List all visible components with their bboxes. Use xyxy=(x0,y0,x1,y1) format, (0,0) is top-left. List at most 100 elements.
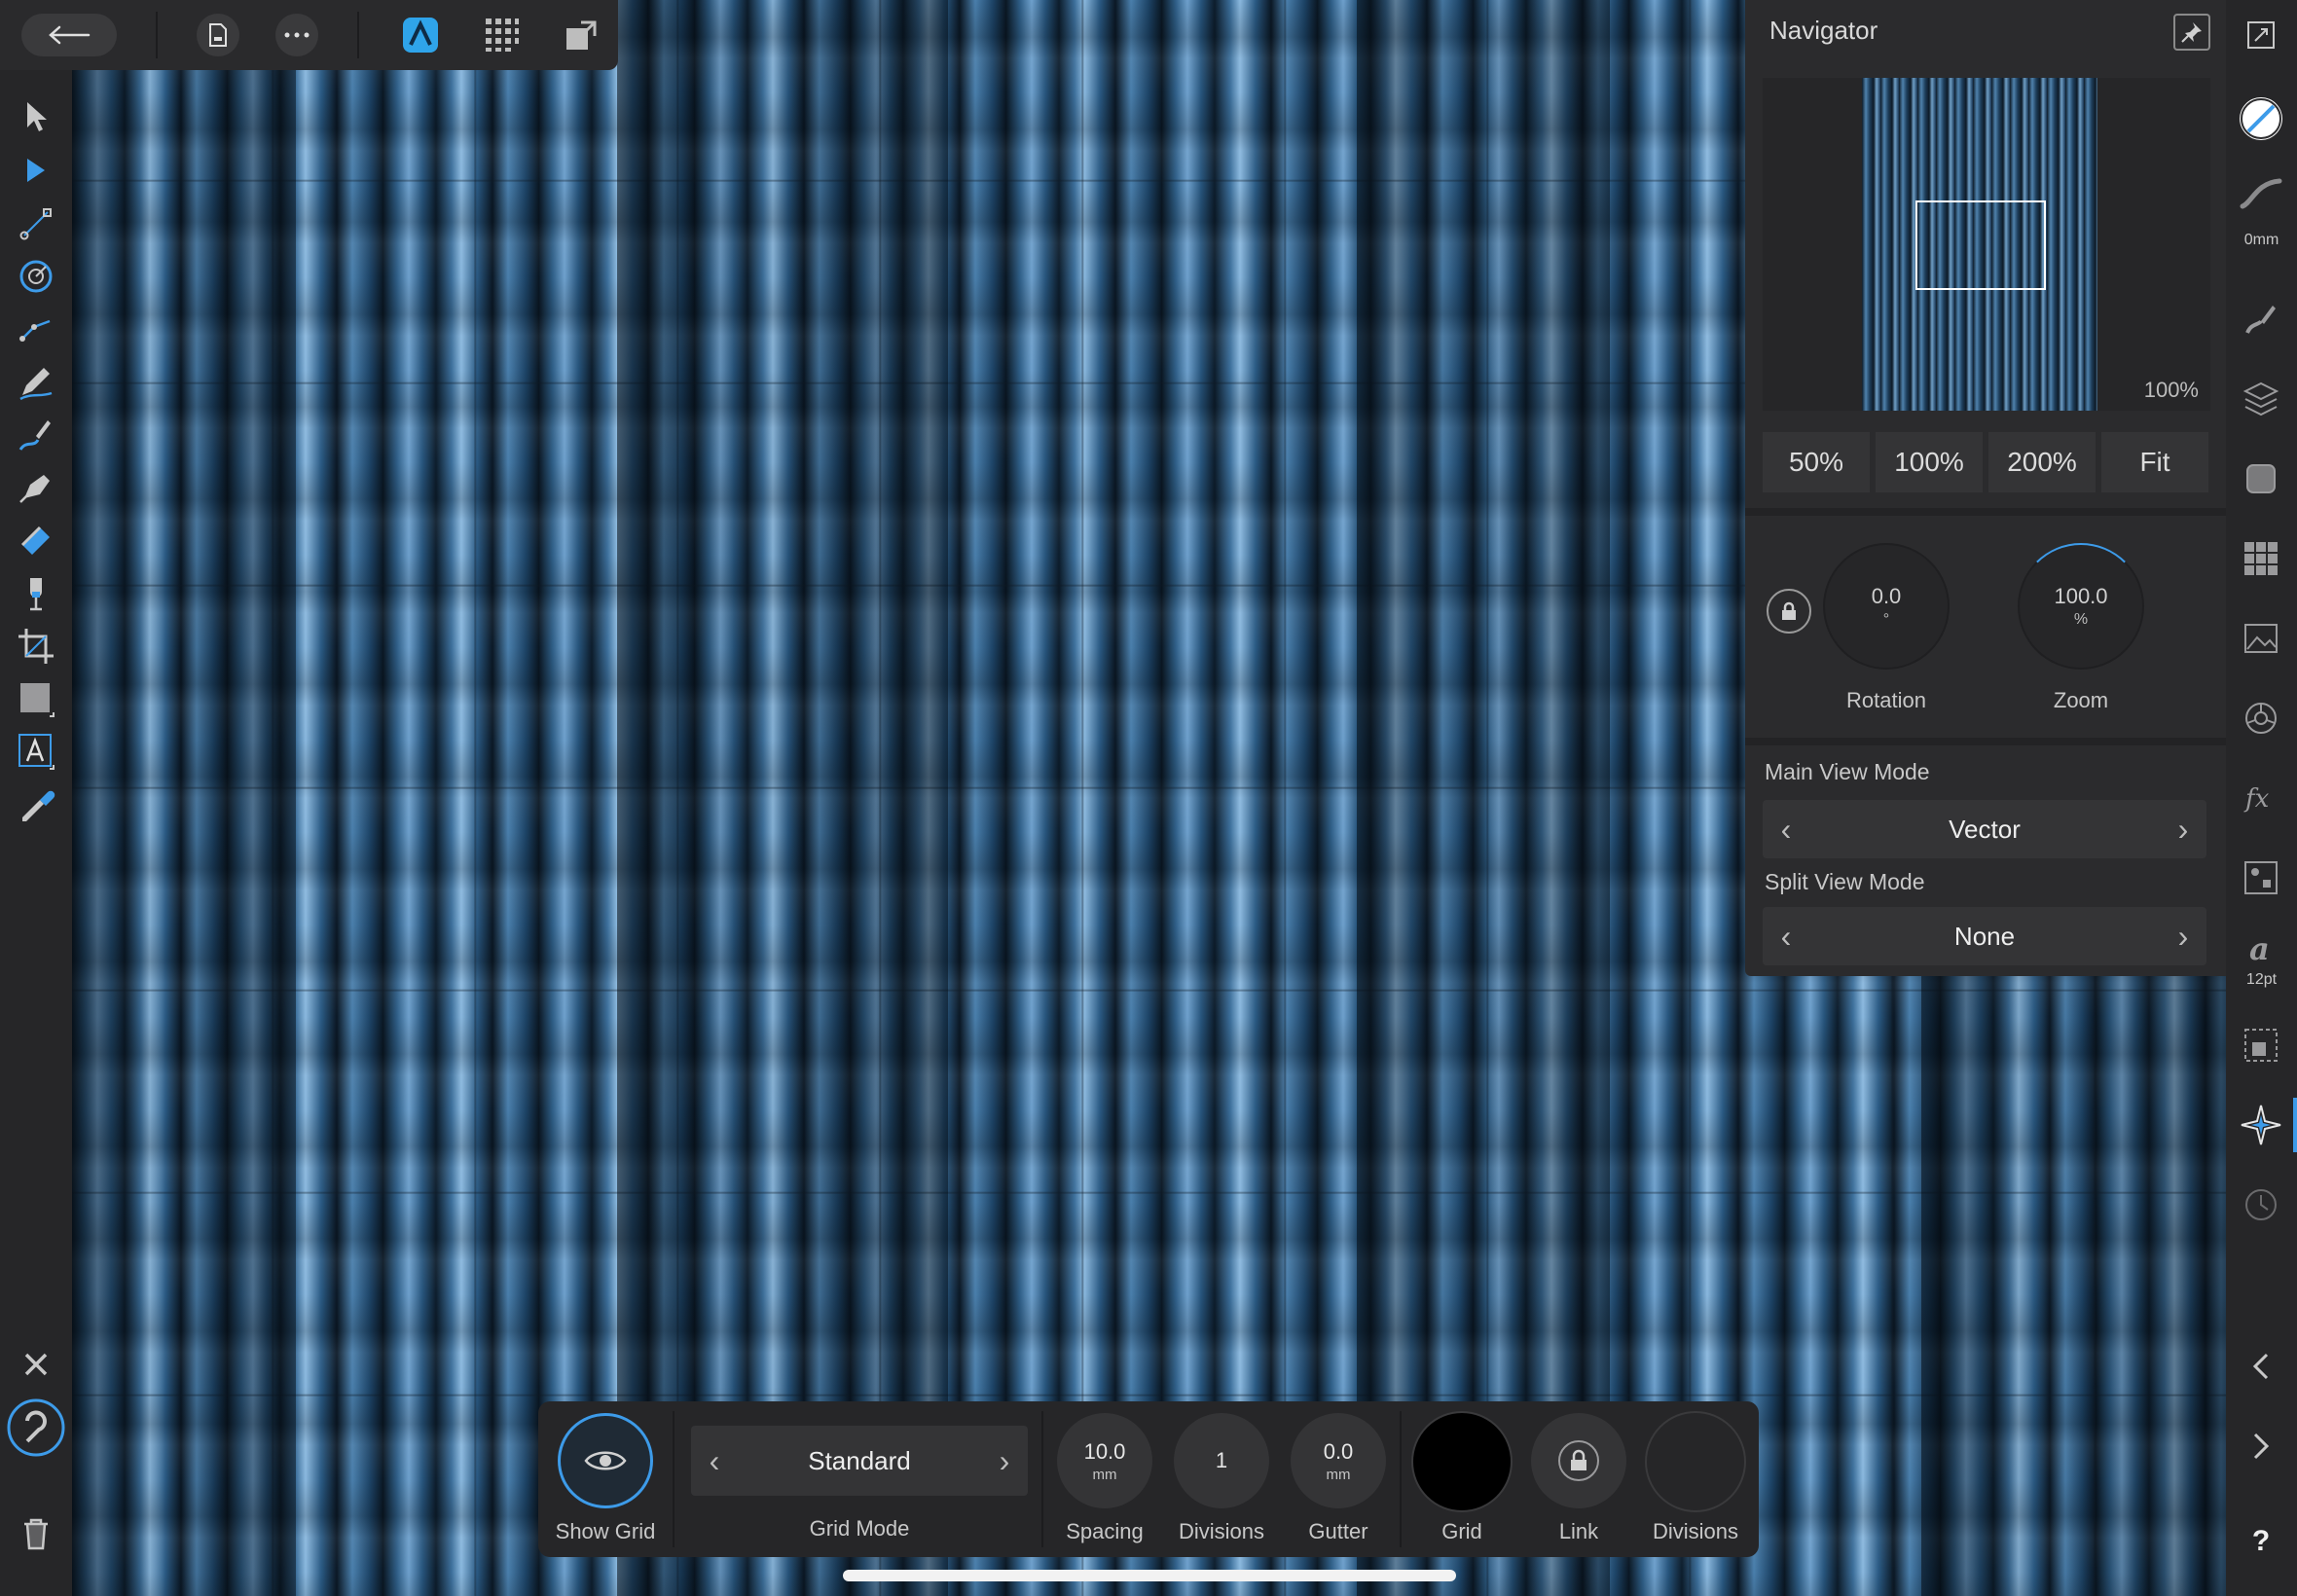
stock-studio-button[interactable] xyxy=(2236,613,2286,664)
zoom-fit-button[interactable]: Fit xyxy=(2101,432,2208,492)
color-wheel-studio-button[interactable] xyxy=(2236,693,2286,744)
back-button[interactable] xyxy=(21,14,117,56)
pointer-arrow-icon xyxy=(27,102,47,131)
zoom-dial[interactable]: 100.0 % xyxy=(2018,543,2144,670)
text-styles-studio-button[interactable]: a xyxy=(2236,925,2286,975)
vector-brush-tool[interactable] xyxy=(13,411,59,457)
home-indicator[interactable] xyxy=(843,1570,1456,1581)
grid-mode-stepper[interactable]: ‹ Standard › xyxy=(691,1426,1028,1496)
section-divider xyxy=(1745,508,2226,516)
stroke-width-label: 0mm xyxy=(2243,232,2279,248)
close-button[interactable] xyxy=(13,1341,59,1388)
shape-tool[interactable] xyxy=(13,675,59,722)
svg-text:a: a xyxy=(2249,932,2270,967)
assistant-button[interactable] xyxy=(6,1397,66,1458)
transparency-tool[interactable] xyxy=(13,570,59,617)
appearance-studio-button[interactable] xyxy=(2236,453,2286,504)
node-tool[interactable] xyxy=(13,148,59,195)
rotation-dial[interactable]: 0.0 ° xyxy=(1823,543,1950,670)
export-persona-button[interactable] xyxy=(561,14,603,56)
chevron-right-icon[interactable]: › xyxy=(2171,919,2195,955)
link-colors-toggle[interactable] xyxy=(1531,1413,1626,1508)
pixel-grid-icon xyxy=(486,18,519,52)
fullscreen-button[interactable] xyxy=(2236,10,2286,60)
collapse-right-button[interactable] xyxy=(2236,1421,2286,1471)
pen-nib-icon xyxy=(19,475,50,503)
contour-tool[interactable] xyxy=(13,306,59,352)
grid-mode-value: Standard xyxy=(808,1445,911,1475)
stroke-studio-button[interactable] xyxy=(2236,167,2286,218)
move-tool[interactable] xyxy=(13,93,59,140)
lock-icon xyxy=(1782,601,1796,620)
effects-studio-button[interactable]: fx xyxy=(2236,773,2286,823)
chevron-left-icon[interactable]: ‹ xyxy=(1774,812,1798,848)
show-grid-toggle[interactable] xyxy=(558,1413,653,1508)
document-button[interactable] xyxy=(197,14,239,56)
pin-panel-button[interactable] xyxy=(2173,14,2210,51)
color-studio-button[interactable] xyxy=(2236,93,2286,144)
fill-bucket-icon xyxy=(20,526,50,555)
toolbar-divider xyxy=(357,12,359,58)
swatches-studio-button[interactable] xyxy=(2236,533,2286,584)
toolbar-divider xyxy=(1400,1411,1402,1547)
corner-tool[interactable] xyxy=(13,200,59,247)
eye-icon xyxy=(584,1451,627,1470)
navigator-preview[interactable]: 100% xyxy=(1763,78,2210,411)
text-tool[interactable] xyxy=(13,728,59,775)
crop-tool[interactable] xyxy=(13,623,59,670)
spacing-unit: mm xyxy=(1092,1466,1117,1483)
character-icon: a xyxy=(2249,932,2270,967)
grid-color-swatch[interactable] xyxy=(1411,1411,1513,1512)
main-view-mode-label: Main View Mode xyxy=(1765,759,1930,784)
divisions-control[interactable]: 1 xyxy=(1174,1413,1269,1508)
zoom-50-button[interactable]: 50% xyxy=(1763,432,1870,492)
pencil-tool[interactable] xyxy=(13,358,59,405)
main-view-mode-stepper[interactable]: ‹ Vector › xyxy=(1763,800,2206,858)
corner-icon xyxy=(19,208,52,240)
more-button[interactable] xyxy=(275,14,318,56)
collapse-left-button[interactable] xyxy=(2236,1341,2286,1392)
node-arrow-icon xyxy=(27,159,45,182)
section-divider xyxy=(1745,738,2226,745)
help-button[interactable]: ? xyxy=(2236,1516,2286,1567)
layers-studio-button[interactable] xyxy=(2236,374,2286,424)
link-label: Link xyxy=(1558,1519,1599,1543)
point-transform-tool[interactable] xyxy=(13,253,59,300)
chevron-left-icon[interactable]: ‹ xyxy=(703,1443,726,1479)
zoom-100-button[interactable]: 100% xyxy=(1876,432,1983,492)
gutter-control[interactable]: 0.0 mm xyxy=(1291,1413,1386,1508)
navigator-panel: Navigator 100% 50% 100% 200% Fit 0.0 ° R… xyxy=(1745,0,2226,976)
link-lock-icon xyxy=(1558,1440,1599,1481)
fill-tool[interactable] xyxy=(13,516,59,562)
zoom-label: Zoom xyxy=(2053,688,2109,712)
zoom-200-button[interactable]: 200% xyxy=(1988,432,2096,492)
pen-tool[interactable] xyxy=(13,463,59,510)
rotation-lock-button[interactable] xyxy=(1767,589,1811,634)
chevron-right-icon[interactable]: › xyxy=(2171,812,2195,848)
pixel-persona-button[interactable] xyxy=(481,14,524,56)
spacing-control[interactable]: 10.0 mm xyxy=(1057,1413,1152,1508)
divisions-color-swatch[interactable] xyxy=(1645,1411,1746,1512)
image-icon xyxy=(2244,624,2278,653)
chevron-left-icon xyxy=(2252,1353,2269,1380)
show-grid-label: Show Grid xyxy=(555,1519,656,1543)
assets-studio-button[interactable] xyxy=(2236,852,2286,903)
target-icon xyxy=(19,260,53,293)
split-view-mode-stepper[interactable]: ‹ None › xyxy=(1763,907,2206,965)
delete-button[interactable] xyxy=(13,1510,59,1557)
navigator-studio-button[interactable] xyxy=(2236,1100,2286,1150)
viewport-rectangle[interactable] xyxy=(1915,200,2046,290)
color-picker-tool[interactable] xyxy=(13,780,59,827)
brushes-studio-button[interactable] xyxy=(2236,294,2286,345)
fx-icon: fx xyxy=(2243,784,2270,813)
chevron-left-icon[interactable]: ‹ xyxy=(1774,919,1798,955)
grid-context-toolbar: Show Grid ‹ Standard › Grid Mode 10.0 mm… xyxy=(538,1401,1759,1557)
spacing-label: Spacing xyxy=(1066,1519,1144,1543)
history-studio-button[interactable] xyxy=(2236,1179,2286,1230)
transform-studio-button[interactable] xyxy=(2236,1020,2286,1070)
designer-persona-button[interactable] xyxy=(399,14,442,56)
active-indicator xyxy=(2293,1098,2297,1152)
close-icon xyxy=(24,1353,48,1376)
trash-icon xyxy=(24,1518,48,1550)
chevron-right-icon[interactable]: › xyxy=(993,1443,1016,1479)
